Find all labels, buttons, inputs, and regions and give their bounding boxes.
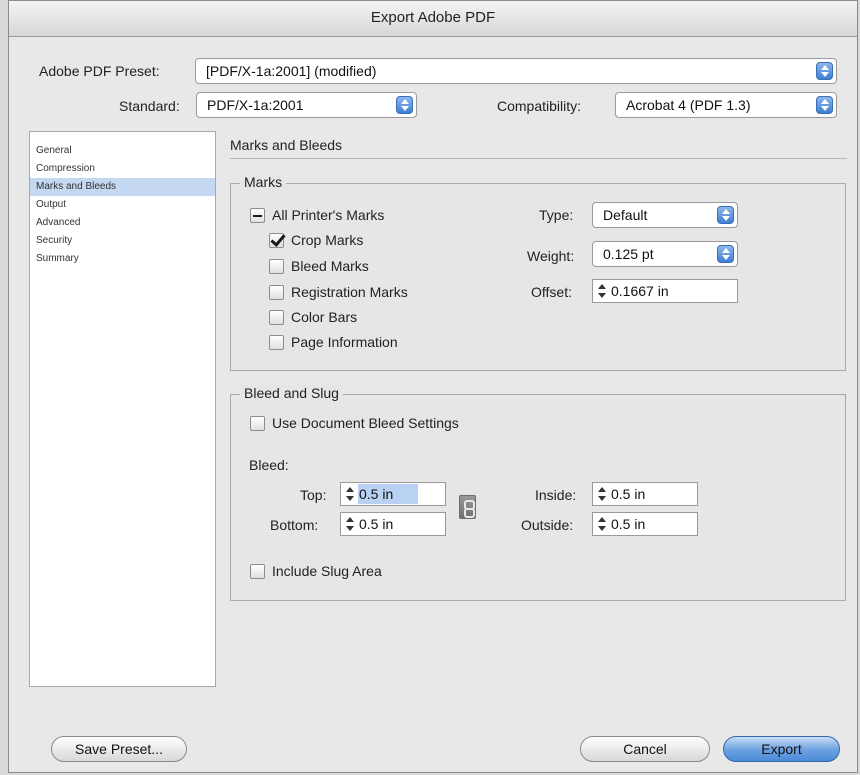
up-down-arrows-icon <box>717 206 734 224</box>
bleed-label: Bleed: <box>249 457 289 473</box>
preset-value: [PDF/X-1a:2001] (modified) <box>206 63 377 79</box>
save-preset-button[interactable]: Save Preset... <box>51 736 187 762</box>
sidebar-item-marks-and-bleeds[interactable]: Marks and Bleeds <box>30 178 215 196</box>
bleed-outside-input[interactable] <box>610 514 697 534</box>
up-down-arrows-icon <box>717 245 734 263</box>
preset-select[interactable]: [PDF/X-1a:2001] (modified) <box>195 58 837 84</box>
up-down-arrows-icon <box>816 62 833 80</box>
sidebar-item-output[interactable]: Output <box>30 196 215 214</box>
stepper-icon[interactable] <box>596 484 608 504</box>
offset-input[interactable] <box>610 281 737 301</box>
bleed-top-input[interactable] <box>358 484 418 504</box>
crop-marks-label: Crop Marks <box>291 232 364 248</box>
panel-divider <box>230 158 847 159</box>
type-select[interactable]: Default <box>592 202 738 228</box>
export-pdf-dialog: Export Adobe PDF Adobe PDF Preset: [PDF/… <box>8 0 858 773</box>
checkbox-icon <box>269 309 284 325</box>
up-down-arrows-icon <box>816 96 833 114</box>
compatibility-label: Compatibility: <box>497 98 582 114</box>
bleed-inside-input[interactable] <box>610 484 697 504</box>
bleed-outside-field[interactable] <box>592 512 698 536</box>
include-slug-area-label: Include Slug Area <box>272 563 382 579</box>
checkbox-icon <box>269 334 284 350</box>
top-label: Top: <box>300 487 327 503</box>
bleed-top-field[interactable] <box>340 482 446 506</box>
export-button[interactable]: Export <box>723 736 840 762</box>
standard-select[interactable]: PDF/X-1a:2001 <box>196 92 417 118</box>
use-document-bleed-checkbox[interactable]: Use Document Bleed Settings <box>250 415 459 431</box>
standard-value: PDF/X-1a:2001 <box>207 97 304 113</box>
bleed-marks-label: Bleed Marks <box>291 258 369 274</box>
page-information-label: Page Information <box>291 334 398 350</box>
sidebar-item-security[interactable]: Security <box>30 232 215 250</box>
sidebar-item-advanced[interactable]: Advanced <box>30 214 215 232</box>
color-bars-label: Color Bars <box>291 309 358 325</box>
preset-label: Adobe PDF Preset: <box>39 63 160 79</box>
cancel-button[interactable]: Cancel <box>580 736 710 762</box>
offset-label: Offset: <box>531 284 572 300</box>
category-list: General Compression Marks and Bleeds Out… <box>29 131 216 687</box>
stepper-icon[interactable] <box>344 514 356 534</box>
checkbox-icon <box>250 415 265 431</box>
bleed-inside-field[interactable] <box>592 482 698 506</box>
chain-link-icon[interactable] <box>459 495 476 519</box>
registration-marks-checkbox[interactable]: Registration Marks <box>269 284 408 300</box>
bottom-label: Bottom: <box>270 517 319 533</box>
panel-title: Marks and Bleeds <box>230 137 343 153</box>
stepper-icon[interactable] <box>344 484 356 504</box>
sidebar-item-summary[interactable]: Summary <box>30 250 215 268</box>
bleed-marks-checkbox[interactable]: Bleed Marks <box>269 258 369 274</box>
outside-label: Outside: <box>521 517 574 533</box>
use-document-bleed-label: Use Document Bleed Settings <box>272 415 459 431</box>
checkmark-icon <box>269 232 284 248</box>
bleed-bottom-field[interactable] <box>340 512 446 536</box>
page-information-checkbox[interactable]: Page Information <box>269 334 398 350</box>
weight-label: Weight: <box>527 248 575 264</box>
stepper-icon[interactable] <box>596 514 608 534</box>
type-label: Type: <box>539 207 574 223</box>
checkbox-icon <box>269 258 284 274</box>
mixed-checkbox-icon <box>250 207 265 223</box>
sidebar-item-general[interactable]: General <box>30 142 215 160</box>
all-printers-marks-checkbox[interactable]: All Printer's Marks <box>250 207 384 223</box>
up-down-arrows-icon <box>396 96 413 114</box>
stepper-icon[interactable] <box>596 281 608 301</box>
weight-select[interactable]: 0.125 pt <box>592 241 738 267</box>
type-value: Default <box>603 207 648 223</box>
offset-field[interactable] <box>592 279 738 303</box>
color-bars-checkbox[interactable]: Color Bars <box>269 309 357 325</box>
compatibility-select[interactable]: Acrobat 4 (PDF 1.3) <box>615 92 837 118</box>
weight-value: 0.125 pt <box>603 246 654 262</box>
all-printers-marks-label: All Printer's Marks <box>272 207 385 223</box>
inside-label: Inside: <box>535 487 577 503</box>
checkbox-icon <box>250 563 265 579</box>
marks-group-label: Marks <box>240 174 287 190</box>
compatibility-value: Acrobat 4 (PDF 1.3) <box>626 97 751 113</box>
registration-marks-label: Registration Marks <box>291 284 408 300</box>
crop-marks-checkbox[interactable]: Crop Marks <box>269 232 363 248</box>
bleed-bottom-input[interactable] <box>358 514 445 534</box>
dialog-title: Export Adobe PDF <box>9 1 857 37</box>
include-slug-area-checkbox[interactable]: Include Slug Area <box>250 563 382 579</box>
checkbox-icon <box>269 284 284 300</box>
bleed-slug-group-label: Bleed and Slug <box>240 385 343 401</box>
standard-label: Standard: <box>119 98 180 114</box>
sidebar-item-compression[interactable]: Compression <box>30 160 215 178</box>
